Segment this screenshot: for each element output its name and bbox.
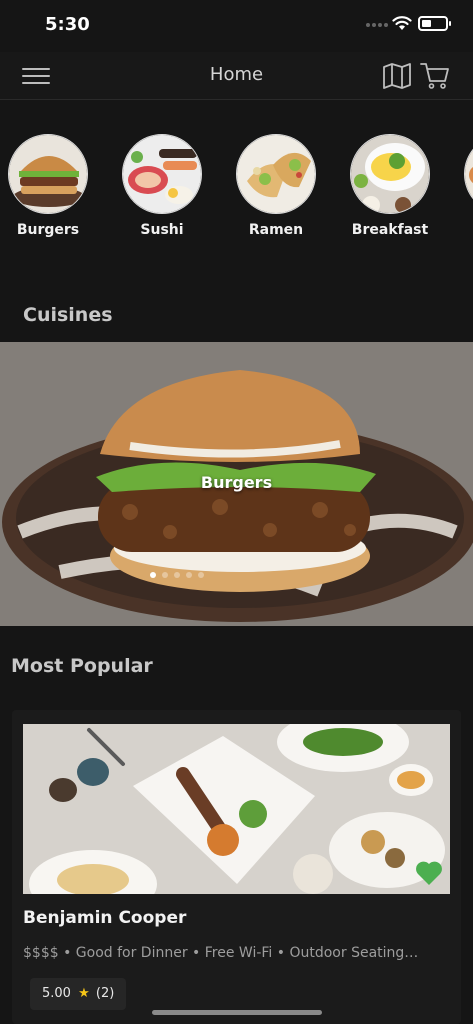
home-indicator	[152, 1010, 322, 1015]
status-time: 5:30	[45, 14, 90, 35]
category-label: Burgers	[16, 222, 80, 238]
category-burgers[interactable]: Burgers	[3, 134, 93, 238]
cuisine-hero-banner[interactable]: Burgers	[0, 342, 473, 626]
page-dot[interactable]	[162, 572, 168, 578]
wifi-icon	[392, 16, 412, 30]
restaurant-meta: $$$$ • Good for Dinner • Free Wi-Fi • Ou…	[23, 945, 419, 961]
section-title-most-popular: Most Popular	[11, 655, 153, 677]
rating-value: 5.00	[42, 986, 71, 1001]
category-label: Sushi	[140, 222, 184, 238]
signal-icon	[366, 23, 388, 27]
sushi-thumbnail	[122, 134, 202, 214]
restaurant-image[interactable]	[23, 724, 450, 894]
cart-icon[interactable]	[419, 60, 451, 92]
navbar: Home	[0, 52, 473, 100]
category-ramen[interactable]: Ramen	[231, 134, 321, 238]
restaurant-card[interactable]: Benjamin Cooper $$$$ • Good for Dinner •…	[12, 710, 461, 1024]
battery-icon	[418, 16, 451, 31]
page-dot[interactable]	[198, 572, 204, 578]
restaurant-name: Benjamin Cooper	[23, 908, 187, 928]
category-partial[interactable]: No	[459, 134, 473, 238]
category-thumbnail	[464, 134, 473, 214]
page-dot-active[interactable]	[150, 572, 156, 578]
category-label: Ramen	[248, 222, 304, 238]
page-dot[interactable]	[174, 572, 180, 578]
review-count: (2)	[95, 986, 115, 1001]
heart-icon[interactable]	[415, 860, 443, 886]
breakfast-thumbnail	[350, 134, 430, 214]
star-icon: ★	[78, 986, 90, 1001]
category-label: Breakfast	[351, 222, 429, 238]
category-breakfast[interactable]: Breakfast	[345, 134, 435, 238]
burger-thumbnail	[8, 134, 88, 214]
rating-badge: 5.00 ★ (2)	[30, 978, 127, 1010]
status-bar: 5:30	[0, 0, 473, 52]
carousel-page-indicator[interactable]	[150, 572, 310, 580]
category-label: No	[459, 222, 473, 238]
ramen-thumbnail	[236, 134, 316, 214]
page-dot[interactable]	[186, 572, 192, 578]
hero-label: Burgers	[200, 473, 273, 492]
category-carousel[interactable]: Burgers Sushi Ramen Breakfast	[0, 120, 473, 250]
category-sushi[interactable]: Sushi	[117, 134, 207, 238]
section-title-cuisines: Cuisines	[23, 304, 113, 326]
map-icon[interactable]	[382, 62, 412, 90]
